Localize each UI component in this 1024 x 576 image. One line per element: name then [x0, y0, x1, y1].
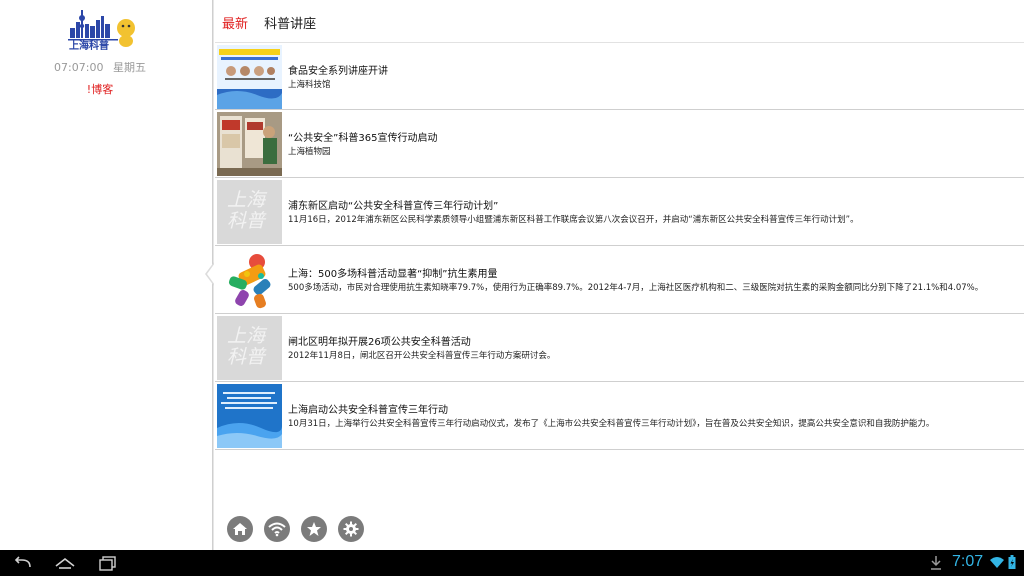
article-thumbnail-placeholder: 上海 科普: [217, 180, 282, 244]
app-window: 上海科普 07:07:00 星期五 !博客 最新 科普讲座 食品安全系列讲座开讲…: [0, 0, 1024, 576]
app-logo: 上海科普: [66, 8, 138, 52]
home-button[interactable]: [227, 516, 253, 542]
article-title: “公共安全”科普365宣传行动启动: [288, 133, 438, 144]
svg-text:上海科普: 上海科普: [69, 39, 109, 50]
article-summary: 11月16日，2012年浦东新区公民科学素质领导小组暨浦东新区科普工作联席会议第…: [288, 215, 859, 225]
wifi-signal-icon: [990, 557, 1004, 568]
selection-pointer-inner: [207, 263, 215, 285]
recent-apps-button[interactable]: [98, 554, 118, 572]
tab-lectures[interactable]: 科普讲座: [264, 17, 316, 32]
star-icon: [307, 522, 321, 536]
wifi-icon: [268, 522, 286, 537]
back-button[interactable]: [12, 554, 32, 572]
article-thumbnail: [217, 112, 282, 176]
recent-apps-icon: [99, 556, 116, 571]
home-nav-button[interactable]: [54, 554, 76, 572]
article-thumbnail: [217, 45, 282, 109]
clock-row: 07:07:00 星期五: [0, 59, 200, 75]
clock-weekday: 星期五: [112, 61, 146, 74]
article-thumbnail: [217, 384, 282, 448]
wifi-button[interactable]: [264, 516, 290, 542]
article-summary: 2012年11月8日，闸北区召开公共安全科普宣传三年行动方案研讨会。: [288, 351, 556, 361]
article-title: 闸北区明年拟开展26项公共安全科普活动: [288, 337, 471, 348]
list-item[interactable]: 上海 科普 闸北区明年拟开展26项公共安全科普活动 2012年11月8日，闸北区召…: [215, 314, 1024, 382]
article-title: 上海启动公共安全科普宣传三年行动: [288, 405, 448, 416]
home-icon: [233, 523, 247, 535]
left-panel: 上海科普 07:07:00 星期五 !博客: [0, 0, 212, 550]
placeholder-logo-text: 上海 科普: [227, 189, 266, 232]
tab-latest[interactable]: 最新: [222, 17, 248, 32]
article-list: 食品安全系列讲座开讲 上海科技馆 “公共安全”科普365宣传行动启动 上海植物园: [215, 42, 1024, 450]
battery-icon: [1008, 555, 1016, 569]
wifi-status: [989, 554, 1005, 572]
download-notification[interactable]: [930, 554, 942, 572]
article-thumbnail-placeholder: 上海 科普: [217, 316, 282, 380]
article-title: 浦东新区启动“公共安全科普宣传三年行动计划”: [288, 201, 499, 212]
list-item[interactable]: 上海：500多场科普活动显著“抑制”抗生素用量 500多场活动，市民对合理使用抗…: [215, 246, 1024, 314]
article-thumbnail: [217, 248, 282, 312]
article-title: 食品安全系列讲座开讲: [288, 66, 388, 77]
status-clock: 7:07: [952, 553, 984, 570]
system-navigation-bar: 7:07: [0, 550, 1024, 576]
blog-link[interactable]: !博客: [0, 81, 200, 97]
list-item[interactable]: “公共安全”科普365宣传行动启动 上海植物园: [215, 110, 1024, 178]
article-summary: 500多场活动，市民对合理使用抗生素知晓率79.7%，使用行为正确率89.7%。…: [288, 283, 984, 293]
home-nav-icon: [55, 557, 75, 569]
list-item[interactable]: 食品安全系列讲座开讲 上海科技馆: [215, 42, 1024, 110]
list-item[interactable]: 上海 科普 浦东新区启动“公共安全科普宣传三年行动计划” 11月16日，2012年…: [215, 178, 1024, 246]
article-summary: 上海科技馆: [288, 80, 331, 90]
article-summary: 10月31日，上海举行公共安全科普宣传三年行动启动仪式，发布了《上海市公共安全科…: [288, 419, 935, 429]
article-title: 上海：500多场科普活动显著“抑制”抗生素用量: [288, 269, 498, 280]
category-tabs: 最新 科普讲座: [222, 13, 328, 32]
download-icon: [931, 556, 941, 570]
article-summary: 上海植物园: [288, 147, 331, 157]
placeholder-logo-text: 上海 科普: [227, 325, 266, 368]
list-item[interactable]: 上海启动公共安全科普宣传三年行动 10月31日，上海举行公共安全科普宣传三年行动…: [215, 382, 1024, 450]
clock-time: 07:07:00: [54, 61, 104, 74]
battery-status: [1008, 554, 1016, 572]
gear-icon: [343, 521, 359, 537]
settings-button[interactable]: [338, 516, 364, 542]
back-arrow-icon: [14, 556, 31, 568]
favorites-button[interactable]: [301, 516, 327, 542]
